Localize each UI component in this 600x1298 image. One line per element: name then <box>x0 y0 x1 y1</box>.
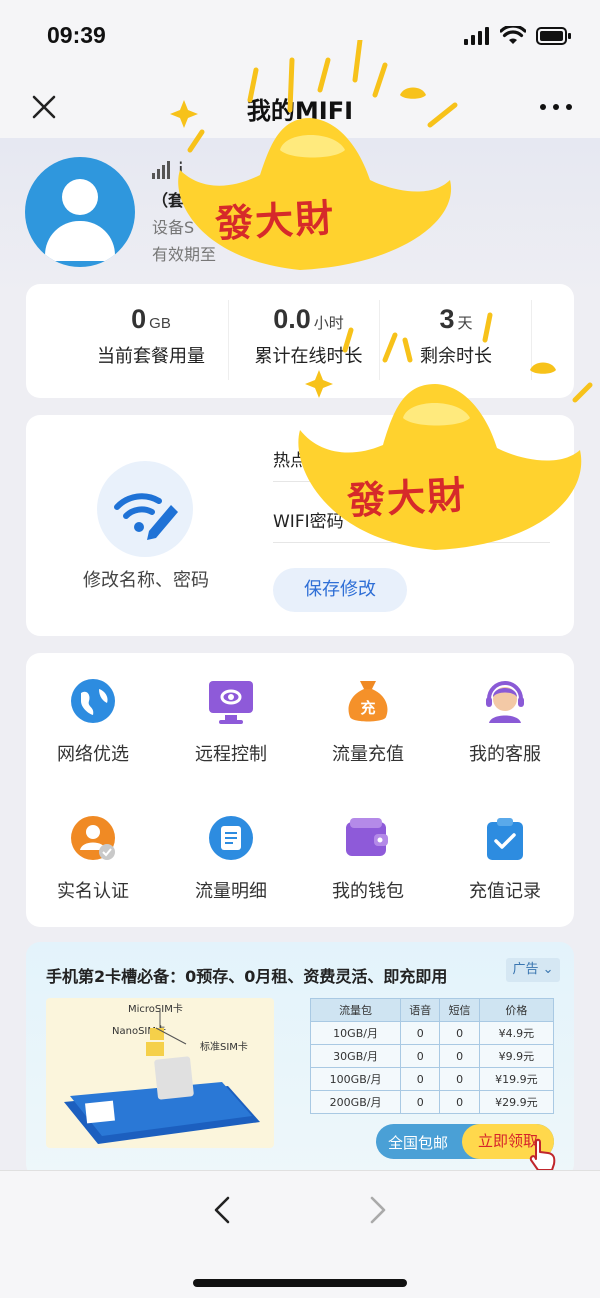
remote-control-icon <box>207 677 255 725</box>
table-cell: 0 <box>439 1021 480 1045</box>
table-cell: 0 <box>400 1067 441 1091</box>
status-time: 09:39 <box>47 22 106 48</box>
back-arrow-icon[interactable] <box>210 1195 234 1225</box>
stat-value: 0 <box>131 304 147 334</box>
table-cell: 0 <box>400 1090 441 1114</box>
grid-item-network-optimize[interactable]: 网络优选 <box>38 677 148 766</box>
grid-item-usage-detail[interactable]: 流量明细 <box>176 814 286 903</box>
battery-icon <box>536 27 571 45</box>
grid-item-label: 实名认证 <box>57 881 129 902</box>
chevron-down-icon: ⌄ <box>542 962 554 977</box>
grid-item-data-recharge[interactable]: 充 流量充值 <box>313 677 423 766</box>
ad-banner[interactable]: 手机第2卡槽必备：0预存、0月租、资费灵活、即充即用 广告 ⌄ MicroSIM… <box>26 942 574 1178</box>
status-icons <box>464 26 572 46</box>
svg-text:充: 充 <box>360 699 375 717</box>
sticker-text: 發大財 <box>346 471 469 524</box>
table-header-row: 流量包 语音 短信 价格 <box>309 998 555 1022</box>
grid-item-label: 远程控制 <box>195 744 267 765</box>
recharge-bag-icon: 充 <box>344 677 392 725</box>
table-cell: 10GB/月 <box>309 1021 402 1045</box>
grid-item-label: 流量充值 <box>332 744 404 765</box>
table-cell: ¥4.9元 <box>478 1021 555 1045</box>
table-header: 流量包 <box>309 998 402 1022</box>
grid-item-customer-service[interactable]: 我的客服 <box>450 677 560 766</box>
forward-arrow-icon[interactable] <box>366 1195 390 1225</box>
table-header: 语音 <box>400 998 441 1022</box>
ad-tag[interactable]: 广告 ⌄ <box>506 958 560 982</box>
table-cell: 200GB/月 <box>309 1090 402 1114</box>
wifi-edit-label: 修改名称、密码 <box>83 570 209 591</box>
grid-item-label: 我的客服 <box>469 744 541 765</box>
customer-service-icon <box>481 677 529 725</box>
grid-item-label: 流量明细 <box>195 881 267 902</box>
feature-grid: 网络优选 远程控制 充 流量充值 我的客服 实名认证 流量明细 我的钱包 充值记… <box>26 653 574 927</box>
free-shipping-label: 全国包邮 <box>388 1134 449 1152</box>
table-cell: 30GB/月 <box>309 1044 402 1068</box>
sticker-text: 發大財 <box>214 194 337 247</box>
gold-ingot-sticker: 發大財 <box>160 40 470 290</box>
avatar[interactable] <box>25 157 135 267</box>
table-row: 200GB/月 0 0 ¥29.9元 <box>309 1090 555 1114</box>
table-cell: ¥29.9元 <box>478 1090 555 1114</box>
plan-price-table: 流量包 语音 短信 价格 10GB/月 0 0 ¥4.9元 30GB/月 0 0… <box>309 998 555 1114</box>
stat-label: 当前套餐用量 <box>97 346 205 367</box>
id-verify-icon <box>69 814 117 862</box>
wallet-icon <box>344 814 392 862</box>
table-cell: 0 <box>439 1067 480 1091</box>
stat-unit: GB <box>149 315 171 332</box>
table-header: 价格 <box>478 998 555 1022</box>
divider <box>228 300 229 380</box>
table-row: 10GB/月 0 0 ¥4.9元 <box>309 1021 555 1045</box>
table-cell: 0 <box>400 1044 441 1068</box>
grid-item-label: 网络优选 <box>57 744 129 765</box>
table-cell: ¥19.9元 <box>478 1067 555 1091</box>
save-button[interactable]: 保存修改 <box>273 568 407 612</box>
grid-item-real-name-auth[interactable]: 实名认证 <box>38 814 148 903</box>
gold-ingot-sticker: 發大財 <box>285 300 600 570</box>
grid-item-recharge-record[interactable]: 充值记录 <box>450 814 560 903</box>
grid-item-wallet[interactable]: 我的钱包 <box>313 814 423 903</box>
grid-item-label: 我的钱包 <box>332 881 404 902</box>
table-cell: ¥9.9元 <box>478 1044 555 1068</box>
table-cell: 0 <box>439 1044 480 1068</box>
table-row: 100GB/月 0 0 ¥19.9元 <box>309 1067 555 1091</box>
ad-title: 手机第2卡槽必备：0预存、0月租、资费灵活、即充即用 <box>46 967 448 986</box>
table-cell: 0 <box>439 1090 480 1114</box>
wifi-edit-icon[interactable] <box>97 461 193 557</box>
grid-item-label: 充值记录 <box>469 881 541 902</box>
table-row: 30GB/月 0 0 ¥9.9元 <box>309 1044 555 1068</box>
table-cell: 100GB/月 <box>309 1067 402 1091</box>
recharge-record-icon <box>481 814 529 862</box>
ad-tag-label: 广告 <box>512 962 539 977</box>
table-header: 短信 <box>439 998 480 1022</box>
sim-card-image: MicroSIM卡 NanoSIM卡 标准SIM卡 <box>46 998 274 1148</box>
browser-bottom-bar <box>0 1170 600 1298</box>
grid-item-remote-control[interactable]: 远程控制 <box>176 677 286 766</box>
stat-plan-usage: 0 GB 当前套餐用量 <box>81 284 221 398</box>
pointer-hand-icon <box>529 1138 556 1171</box>
wifi-status-icon <box>500 26 526 44</box>
table-cell: 0 <box>400 1021 441 1045</box>
usage-detail-icon <box>207 814 255 862</box>
globe-icon <box>69 677 117 725</box>
home-indicator[interactable] <box>193 1279 407 1287</box>
more-icon[interactable] <box>540 104 572 110</box>
